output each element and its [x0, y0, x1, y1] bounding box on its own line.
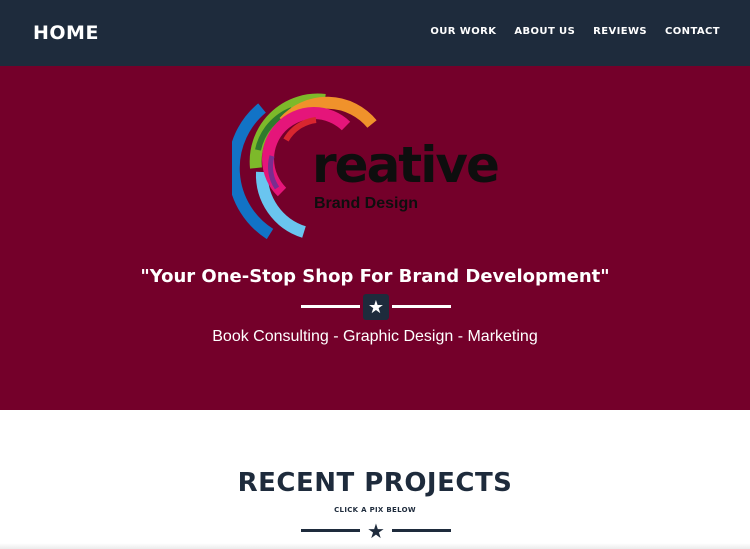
hero-services: Book Consulting - Graphic Design - Marke… — [212, 328, 538, 345]
star-icon: ★ — [363, 294, 389, 320]
nav-our-work[interactable]: OUR WORK — [430, 26, 496, 37]
top-navbar: HOME OUR WORK ABOUT US REVIEWS CONTACT — [0, 0, 750, 66]
nav-contact[interactable]: CONTACT — [665, 26, 720, 37]
section-shadow — [0, 543, 750, 549]
divider-line-right — [392, 305, 451, 308]
hero-divider: ★ — [301, 294, 451, 320]
divider-line-right — [392, 529, 451, 532]
nav-links: OUR WORK ABOUT US REVIEWS CONTACT — [430, 26, 720, 37]
hero-tagline: "Your One-Stop Shop For Brand Developmen… — [140, 266, 610, 287]
logo-subtitle: Brand Design — [314, 195, 419, 212]
nav-reviews[interactable]: REVIEWS — [593, 26, 647, 37]
projects-divider: ★ — [301, 518, 451, 544]
projects-title: RECENT PROJECTS — [237, 468, 513, 498]
star-icon: ★ — [367, 519, 385, 543]
divider-line-left — [301, 529, 360, 532]
home-link[interactable]: HOME — [33, 22, 99, 44]
divider-line-left — [301, 305, 360, 308]
projects-subtitle: CLICK A PIX BELOW — [334, 506, 416, 514]
logo-wordmark: reative — [312, 136, 500, 194]
nav-about-us[interactable]: ABOUT US — [514, 26, 575, 37]
